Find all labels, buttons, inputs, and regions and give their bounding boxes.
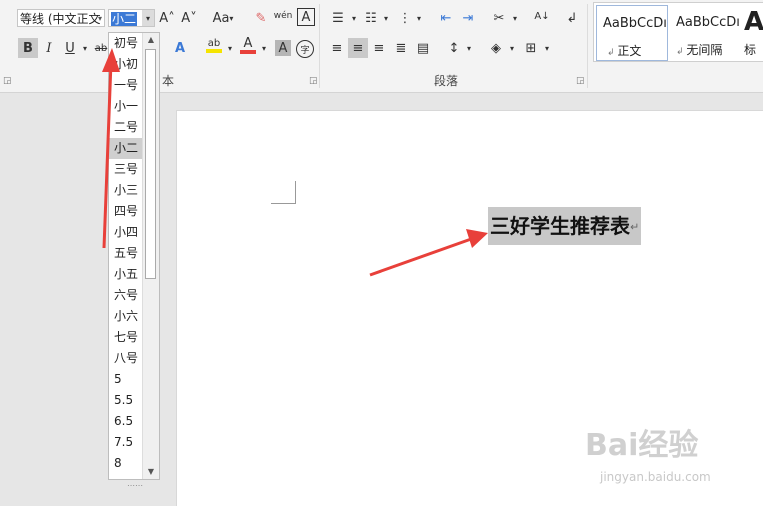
- scroll-up-icon[interactable]: ▲: [143, 33, 159, 47]
- font-size-option[interactable]: 五号: [109, 243, 144, 264]
- font-size-dropdown-button[interactable]: ▾: [142, 10, 154, 26]
- grow-font-icon[interactable]: A˄: [159, 8, 174, 28]
- highlight-button[interactable]: ab: [204, 36, 224, 56]
- align-center-icon[interactable]: ≡: [348, 38, 368, 58]
- font-name-combo[interactable]: 等线 (中文正文 ▾: [17, 9, 105, 27]
- strikethrough-button[interactable]: ab: [94, 38, 108, 58]
- show-formatting-icon[interactable]: ↲: [564, 8, 580, 28]
- character-shading-icon[interactable]: A: [275, 40, 291, 56]
- font-size-option[interactable]: 小三: [109, 180, 144, 201]
- font-size-option[interactable]: 三号: [109, 159, 144, 180]
- bullets-dropdown-icon[interactable]: ▾: [349, 8, 359, 28]
- font-size-options: 初号 小初 一号 小一 二号 小二 三号 小三 四号 小四 五号 小五 六号 小六 七号 八号 5 5.5 6.5 7…: [109, 33, 144, 474]
- resize-grip-icon[interactable]: ⋯⋯: [109, 481, 161, 493]
- selected-title-text[interactable]: 三好学生推荐表↵: [488, 207, 642, 245]
- increase-indent-icon[interactable]: ⇥: [459, 8, 477, 28]
- shrink-font-icon[interactable]: A˅: [181, 8, 196, 28]
- borders-dropdown-icon[interactable]: ▾: [542, 38, 552, 58]
- font-size-option[interactable]: 5: [109, 369, 144, 390]
- character-border-icon[interactable]: A: [297, 8, 315, 26]
- font-size-option[interactable]: 一号: [109, 75, 144, 96]
- paragraph-dialog-launcher-icon[interactable]: ◲: [576, 76, 585, 86]
- title-text[interactable]: 三好学生推荐表: [490, 214, 630, 238]
- asian-layout-dropdown-icon[interactable]: ▾: [510, 8, 520, 28]
- numbering-icon[interactable]: ☷: [362, 8, 380, 28]
- distributed-icon[interactable]: ▤: [414, 38, 432, 58]
- shading-dropdown-icon[interactable]: ▾: [507, 38, 517, 58]
- multilevel-dropdown-icon[interactable]: ▾: [414, 8, 424, 28]
- style-name: 无间隔: [686, 43, 723, 57]
- font-size-option[interactable]: 8: [109, 453, 144, 474]
- paragraph-mark: ↵: [630, 220, 640, 234]
- paint-bucket-icon[interactable]: ◈: [487, 38, 505, 58]
- highlight-dropdown-icon[interactable]: ▾: [225, 38, 235, 58]
- bullets-icon[interactable]: ☰: [329, 8, 347, 28]
- align-left-icon[interactable]: ≡: [328, 38, 346, 58]
- chevron-down-icon[interactable]: ▾: [98, 10, 102, 26]
- sort-icon[interactable]: A↓: [533, 6, 551, 26]
- style-name: 正文: [617, 44, 642, 58]
- borders-icon[interactable]: ⊞: [522, 38, 540, 58]
- decrease-indent-icon[interactable]: ⇤: [437, 8, 455, 28]
- font-size-dropdown-list[interactable]: 初号 小初 一号 小一 二号 小二 三号 小三 四号 小四 五号 小五 六号 小六 七号 八号 5 5.5 6.5 7…: [108, 32, 160, 490]
- font-size-option[interactable]: 小四: [109, 222, 144, 243]
- underline-dropdown-icon[interactable]: ▾: [80, 38, 90, 58]
- font-size-option[interactable]: 小五: [109, 264, 144, 285]
- line-spacing-icon[interactable]: ↕: [445, 38, 463, 58]
- font-size-option[interactable]: 6.5: [109, 411, 144, 432]
- phonetic-guide-icon[interactable]: wén: [274, 6, 293, 26]
- font-dialog-launcher-icon[interactable]: ◲: [309, 76, 318, 86]
- font-size-option[interactable]: 小六: [109, 306, 144, 327]
- style-name: 标: [744, 43, 757, 57]
- font-size-option[interactable]: 二号: [109, 117, 144, 138]
- watermark-logo: Bai经验: [585, 428, 699, 463]
- clear-format-icon[interactable]: ✎: [252, 8, 270, 28]
- style-no-spacing[interactable]: AaBbCcDı ↲ 无间隔: [670, 5, 740, 59]
- font-size-option[interactable]: 八号: [109, 348, 144, 369]
- style-sample: A: [744, 7, 763, 37]
- watermark-url: jingyan.baidu.com: [600, 470, 711, 484]
- bold-button[interactable]: B: [18, 38, 38, 58]
- italic-button[interactable]: I: [40, 38, 58, 58]
- justify-icon[interactable]: ≣: [392, 38, 410, 58]
- group-separator: [319, 4, 320, 88]
- margin-corner-mark: [271, 181, 296, 204]
- font-size-option[interactable]: 7.5: [109, 432, 144, 453]
- font-color-button[interactable]: A: [238, 36, 258, 56]
- underline-button[interactable]: U: [62, 38, 78, 58]
- font-size-option[interactable]: 四号: [109, 201, 144, 222]
- font-size-option[interactable]: 5.5: [109, 390, 144, 411]
- font-size-combo[interactable]: 小二 ▾: [108, 9, 155, 27]
- font-size-option[interactable]: 初号: [109, 33, 144, 54]
- change-case-button[interactable]: Aa ▾: [210, 8, 236, 28]
- font-size-option[interactable]: 六号: [109, 285, 144, 306]
- group-separator: [587, 4, 588, 88]
- asian-layout-icon[interactable]: ✂: [490, 8, 508, 28]
- styles-gallery: AaBbCcDı ↲ 正文 AaBbCcDı ↲ 无间隔 A 标: [593, 2, 763, 62]
- font-size-option[interactable]: 七号: [109, 327, 144, 348]
- style-sample: AaBbCcDı: [676, 15, 740, 30]
- scrollbar-thumb[interactable]: [145, 49, 156, 279]
- clipboard-dialog-launcher-icon[interactable]: ◲: [3, 76, 12, 86]
- font-size-option[interactable]: 小一: [109, 96, 144, 117]
- align-right-icon[interactable]: ≡: [370, 38, 388, 58]
- font-name-value: 等线 (中文正文: [20, 12, 101, 26]
- paragraph-group-label: 段落: [434, 74, 459, 88]
- line-spacing-dropdown-icon[interactable]: ▾: [464, 38, 474, 58]
- dropdown-scrollbar[interactable]: ▲ ▼: [142, 33, 159, 479]
- style-normal[interactable]: AaBbCcDı ↲ 正文: [596, 5, 668, 61]
- font-size-value[interactable]: 小二: [111, 12, 138, 26]
- numbering-dropdown-icon[interactable]: ▾: [381, 8, 391, 28]
- style-heading[interactable]: A 标: [742, 5, 763, 59]
- scroll-down-icon[interactable]: ▼: [143, 465, 159, 479]
- font-group-label: 本: [162, 74, 175, 88]
- style-sample: AaBbCcDı: [603, 16, 667, 31]
- font-color-dropdown-icon[interactable]: ▾: [259, 38, 269, 58]
- enclose-character-icon[interactable]: 字: [296, 40, 314, 58]
- multilevel-list-icon[interactable]: ⋮: [396, 8, 414, 28]
- font-size-option[interactable]: 小初: [109, 54, 144, 75]
- text-effect-icon[interactable]: A: [171, 38, 189, 58]
- font-size-option[interactable]: 小二: [109, 138, 144, 159]
